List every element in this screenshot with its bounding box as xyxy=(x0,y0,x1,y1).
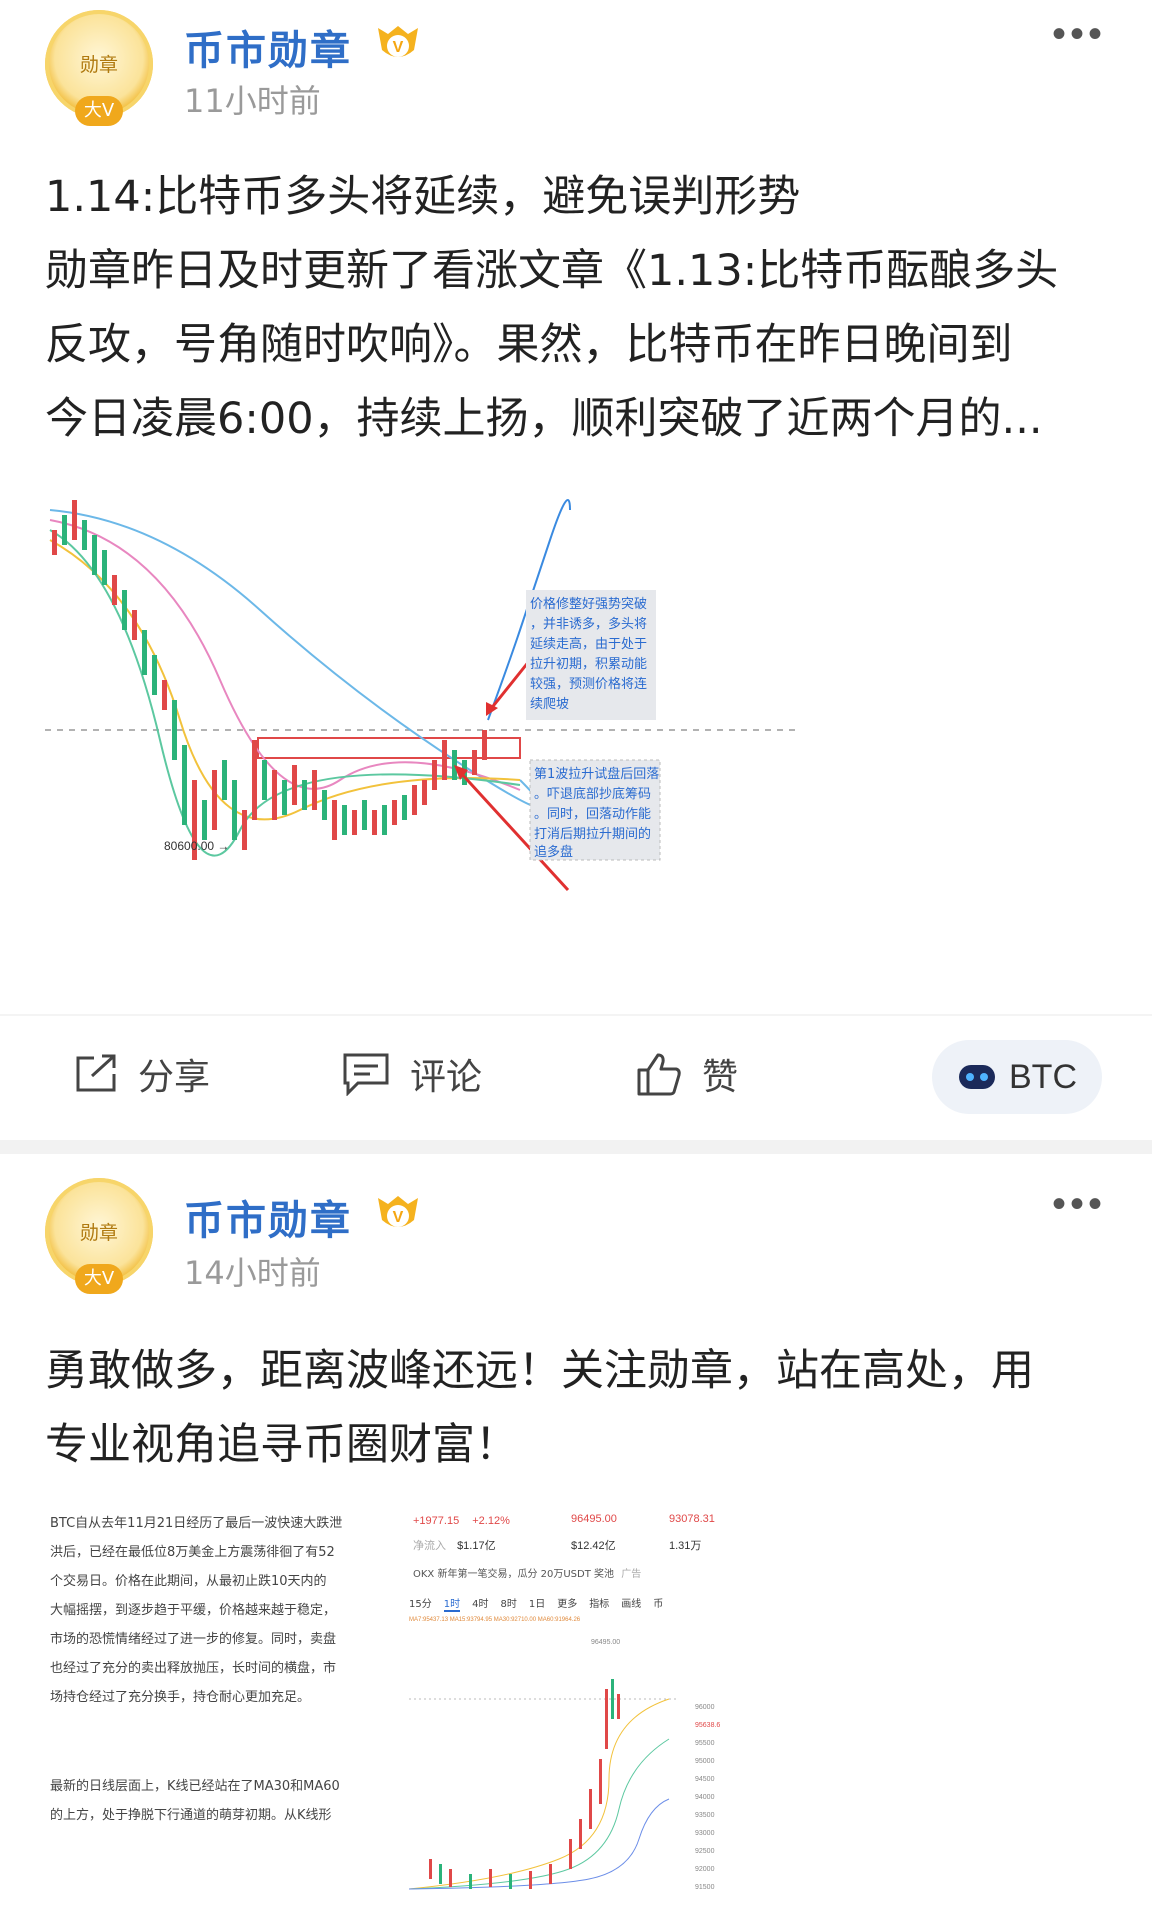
article-line: 场持仓经过了充分换手，持仓耐心更加充足。 xyxy=(50,1690,311,1705)
note-top-line: 续爬坡 xyxy=(530,697,569,712)
trading-screenshot[interactable]: +1977.15 +2.12% 96495.00 93078.31 净流入 $1… xyxy=(405,1509,745,1899)
promo-ad-label: 广告 xyxy=(621,1569,642,1580)
avatar-text: 勋章 xyxy=(79,1222,118,1244)
tab-4h[interactable]: 4时 xyxy=(472,1595,488,1612)
post-text-line: 专业视角追寻币圈财富！ xyxy=(45,1420,518,1470)
axis-tick: 91500 xyxy=(695,1884,715,1891)
current-price-tag: 95638.6 xyxy=(695,1722,721,1729)
high-price: 96495.00 xyxy=(571,1513,617,1525)
article-line: 最新的日线层面上，K线已经站在了MA30和MA60 xyxy=(50,1779,340,1794)
share-label: 分享 xyxy=(138,1057,211,1098)
big-v-badge: 大V xyxy=(75,96,123,126)
verified-badge-icon: V xyxy=(378,26,418,57)
volume-count: 1.31万 xyxy=(669,1540,702,1552)
post-text[interactable]: 1.14:比特币多头将延续，避免误判形势 勋章昨日及时更新了看涨文章《1.13:… xyxy=(45,160,1115,456)
note-bottom-line: 第1波拉升试盘后回落 xyxy=(534,766,659,782)
tab-indicators[interactable]: 指标 xyxy=(589,1595,609,1612)
article-image[interactable]: BTC自从去年11月21日经历了最后一波快速大跌泄 洪后，已经在最低位8万美金上… xyxy=(50,1509,390,1889)
article-line: 的上方，处于挣脱下行通道的萌芽初期。从K线形 xyxy=(50,1808,332,1823)
article-line: 也经过了充分的卖出释放抛压，长时间的横盘，市 xyxy=(50,1661,337,1676)
comment-button[interactable]: 评论 xyxy=(342,1048,482,1100)
post-divider xyxy=(0,1140,1152,1154)
comment-label: 评论 xyxy=(410,1057,483,1098)
tab-coin[interactable]: 币 xyxy=(653,1595,663,1612)
axis-tick: 95500 xyxy=(695,1740,715,1747)
timeframe-tabs: 15分 1时 4时 8时 1日 更多 指标 画线 币 xyxy=(409,1595,663,1612)
post-text-line: 反攻，号角随时吹响》。果然，比特币在昨日晚间到 xyxy=(45,320,1013,370)
avatar[interactable]: 勋章 大V xyxy=(45,10,153,126)
article-line: 个交易日。价格在此期间，从最初止跌10天内的 xyxy=(50,1574,327,1589)
note-bottom-line: 打消后期拉升期间的 xyxy=(534,826,651,842)
share-icon xyxy=(76,1054,116,1092)
net-flow: $1.17亿 xyxy=(457,1540,496,1552)
post-time: 14小时前 xyxy=(184,1254,321,1292)
like-button[interactable]: 赞 xyxy=(636,1048,738,1100)
author-name[interactable]: 币市勋章 xyxy=(184,1188,352,1246)
like-label: 赞 xyxy=(702,1057,739,1098)
peak-label: 96495.00 xyxy=(591,1639,621,1646)
article-line: 洪后，已经在最低位8万美金上方震荡徘徊了有52 xyxy=(50,1545,335,1560)
note-bottom-line: 追多盘 xyxy=(534,844,573,860)
big-v-badge: 大V xyxy=(75,1264,123,1294)
post-chart-image[interactable]: 80600.00 → 价格修整好强势突破 ，并非诱多，多头将 延续走高，由于处于… xyxy=(40,480,810,980)
tab-1h[interactable]: 1时 xyxy=(443,1595,461,1612)
axis-tick: 94500 xyxy=(695,1776,715,1783)
net-flow-label: 净流入 xyxy=(413,1540,446,1552)
author-name[interactable]: 币市勋章 xyxy=(184,18,352,76)
tab-drawing[interactable]: 画线 xyxy=(621,1595,641,1612)
btc-tag-label: BTC xyxy=(1009,1057,1077,1096)
price-change-pct: +2.12% xyxy=(472,1515,510,1527)
article-line: 大幅摇摆，到逐步趋于平缓，价格越来越于稳定， xyxy=(50,1603,337,1618)
note-top-line: 价格修整好强势突破 xyxy=(530,596,647,612)
more-options-icon[interactable]: ••• xyxy=(1052,14,1106,54)
post-text-line: 勋章昨日及时更新了看涨文章《1.13:比特币酝酿多头 xyxy=(45,246,1059,296)
price-axis: 96000 95638.6 95500 95000 94500 94000 93… xyxy=(695,1699,720,1897)
ma-readout: MA7:95437.13 MA15:93794.95 MA30:92710.00… xyxy=(409,1617,581,1623)
avatar-text: 勋章 xyxy=(79,54,118,76)
article-line: 市场的恐慌情绪经过了进一步的修复。同时，卖盘 xyxy=(50,1632,337,1647)
axis-tick: 95000 xyxy=(695,1758,715,1765)
post-card: 勋章 大V 币市勋章 V 14小时前 ••• 勇敢做多，距离波峰还远！关注勋章，… xyxy=(0,1154,1152,1919)
volume-usd: $12.42亿 xyxy=(571,1540,616,1552)
note-top-line: 较强，预测价格将连 xyxy=(530,676,647,692)
note-top-line: ，并非诱多，多头将 xyxy=(530,616,647,632)
axis-tick: 93000 xyxy=(695,1830,715,1837)
post-text-line: 勇敢做多，距离波峰还远！关注勋章，站在高处，用 xyxy=(45,1346,1034,1396)
svg-text:V: V xyxy=(393,39,404,56)
post-card: 勋章 大V 币市勋章 V 11小时前 ••• 1.14:比特币多头将延续，避免误… xyxy=(0,0,1152,1140)
avatar[interactable]: 勋章 大V xyxy=(45,1178,153,1294)
tab-8h[interactable]: 8时 xyxy=(500,1595,516,1612)
note-bottom-line: 。同时，回落动作能 xyxy=(534,807,651,822)
robot-icon xyxy=(959,1065,995,1089)
share-button[interactable]: 分享 xyxy=(74,1048,210,1100)
promo-banner: OKX 新年第一笔交易，瓜分 20万USDT 奖池 xyxy=(413,1569,615,1580)
verified-badge-icon: V xyxy=(378,1196,418,1227)
price-change: +1977.15 xyxy=(413,1515,460,1527)
post-text-line: 1.14:比特币多头将延续，避免误判形势 xyxy=(45,172,801,222)
axis-tick: 92000 xyxy=(695,1866,715,1873)
btc-tag-button[interactable]: BTC xyxy=(932,1040,1102,1114)
post-text[interactable]: 勇敢做多，距离波峰还远！关注勋章，站在高处，用 专业视角追寻币圈财富！ xyxy=(45,1334,1115,1482)
article-line: BTC自从去年11月21日经历了最后一波快速大跌泄 xyxy=(50,1516,343,1531)
note-top-line: 延续走高，由于处于 xyxy=(530,636,647,652)
last-price: 93078.31 xyxy=(669,1513,715,1525)
note-bottom-line: 。吓退底部抄底筹码 xyxy=(534,786,651,802)
more-options-icon[interactable]: ••• xyxy=(1052,1184,1106,1224)
note-top-line: 拉升初期，积累动能 xyxy=(530,657,647,672)
axis-tick: 92500 xyxy=(695,1848,715,1855)
svg-text:V: V xyxy=(393,1209,404,1226)
post-text-line: 今日凌晨6:00，持续上扬，顺利突破了近两个月的... xyxy=(45,394,1043,444)
tab-15m[interactable]: 15分 xyxy=(409,1595,432,1612)
low-price-label: 80600.00 → xyxy=(164,839,229,853)
axis-tick: 93500 xyxy=(695,1812,715,1819)
comment-icon xyxy=(343,1053,389,1096)
separator xyxy=(0,1014,1152,1016)
tab-more[interactable]: 更多 xyxy=(557,1595,577,1612)
tab-1d[interactable]: 1日 xyxy=(529,1595,545,1612)
axis-tick: 94000 xyxy=(695,1794,715,1801)
post-time: 11小时前 xyxy=(184,82,321,120)
thumbs-up-icon xyxy=(637,1053,681,1096)
axis-tick: 96000 xyxy=(695,1704,715,1711)
kline-chart xyxy=(409,1679,679,1890)
